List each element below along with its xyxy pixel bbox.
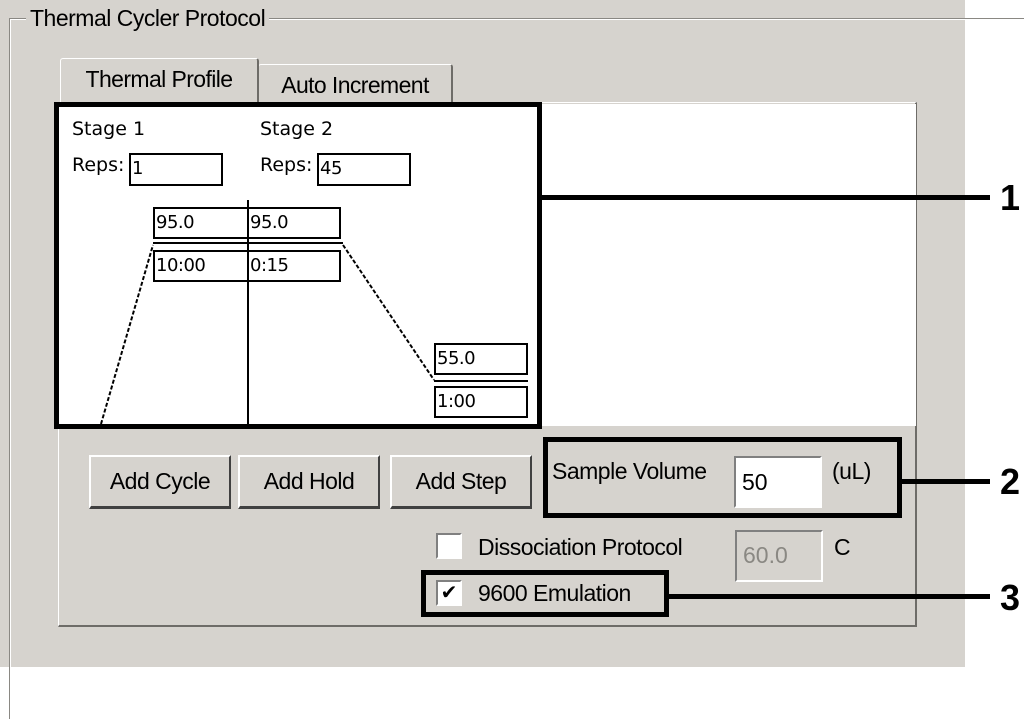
groupbox-title: Thermal Cycler Protocol	[26, 4, 270, 32]
dissociation-unit: C	[834, 534, 851, 560]
callout-line-1	[540, 195, 990, 200]
dissociation-checkbox[interactable]	[436, 533, 462, 559]
dissociation-temp-input[interactable]: 60.0	[735, 530, 823, 582]
callout-box-3	[421, 570, 669, 617]
callout-number-2: 2	[1000, 461, 1021, 502]
add-cycle-button[interactable]: Add Cycle	[89, 455, 231, 509]
callout-line-3	[667, 594, 990, 599]
callout-number-3: 3	[1000, 577, 1021, 618]
dissociation-label: Dissociation Protocol	[478, 534, 683, 560]
tab-auto-increment[interactable]: Auto Increment	[258, 64, 453, 103]
add-step-button[interactable]: Add Step	[390, 455, 532, 509]
callout-box-1	[54, 102, 542, 429]
callout-line-2	[900, 479, 990, 484]
add-hold-button[interactable]: Add Hold	[238, 455, 380, 509]
callout-number-1: 1	[1000, 177, 1021, 218]
callout-box-2	[543, 437, 902, 518]
tab-thermal-profile[interactable]: Thermal Profile	[60, 58, 259, 105]
